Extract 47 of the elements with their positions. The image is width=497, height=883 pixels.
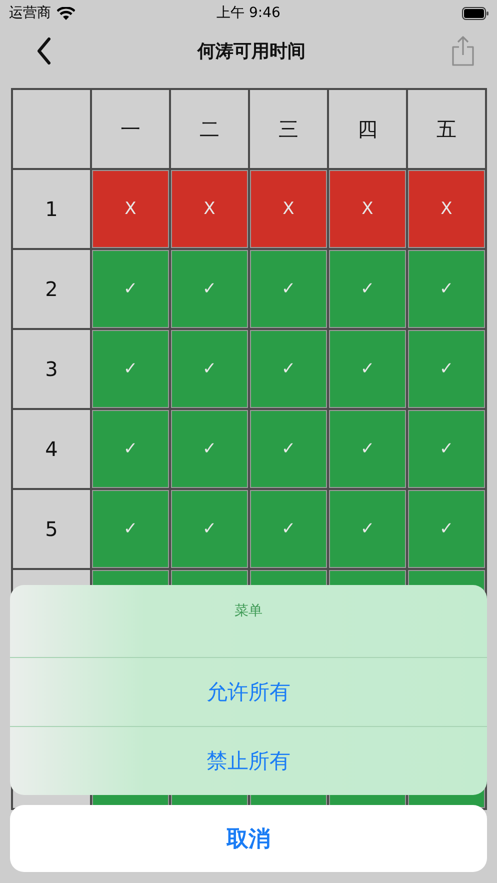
available-cell[interactable]: ✓	[329, 490, 406, 568]
available-cell[interactable]: ✓	[171, 250, 248, 328]
available-cell[interactable]: ✓	[92, 330, 169, 408]
sheet-action[interactable]: 禁止所有	[10, 726, 487, 794]
row-header: 5	[13, 490, 90, 568]
battery-icon	[462, 6, 489, 20]
row-header: 4	[13, 410, 90, 488]
unavailable-cell[interactable]: X	[250, 170, 327, 248]
column-header: 五	[408, 90, 485, 168]
available-cell[interactable]: ✓	[408, 490, 485, 568]
row-header: 1	[13, 170, 90, 248]
available-cell[interactable]: ✓	[329, 250, 406, 328]
row-header: 3	[13, 330, 90, 408]
available-cell[interactable]: ✓	[408, 410, 485, 488]
available-cell[interactable]: ✓	[250, 490, 327, 568]
available-cell[interactable]: ✓	[408, 330, 485, 408]
available-cell[interactable]: ✓	[329, 410, 406, 488]
available-cell[interactable]: ✓	[92, 410, 169, 488]
column-header: 一	[92, 90, 169, 168]
status-time: 上午 9:46	[216, 4, 280, 22]
available-cell[interactable]: ✓	[171, 330, 248, 408]
available-cell[interactable]: ✓	[250, 250, 327, 328]
column-header: 二	[171, 90, 248, 168]
column-header: 三	[250, 90, 327, 168]
unavailable-cell[interactable]: X	[171, 170, 248, 248]
available-cell[interactable]: ✓	[171, 410, 248, 488]
available-cell[interactable]: ✓	[250, 410, 327, 488]
row-header: 2	[13, 250, 90, 328]
back-button[interactable]	[36, 37, 52, 65]
available-cell[interactable]: ✓	[171, 490, 248, 568]
unavailable-cell[interactable]: X	[92, 170, 169, 248]
cancel-button[interactable]: 取消	[10, 805, 487, 872]
sheet-action[interactable]: 允许所有	[10, 658, 487, 726]
available-cell[interactable]: ✓	[250, 330, 327, 408]
share-icon	[451, 36, 475, 66]
column-header: 四	[329, 90, 406, 168]
sheet-title: 菜单	[10, 585, 487, 658]
nav-title: 何涛可用时间	[198, 40, 306, 63]
unavailable-cell[interactable]: X	[408, 170, 485, 248]
wifi-icon	[57, 6, 75, 20]
carrier-name: 运营商	[9, 4, 51, 22]
available-cell[interactable]: ✓	[92, 490, 169, 568]
available-cell[interactable]: ✓	[408, 250, 485, 328]
unavailable-cell[interactable]: X	[329, 170, 406, 248]
chevron-left-icon	[36, 37, 52, 65]
available-cell[interactable]: ✓	[329, 330, 406, 408]
available-cell[interactable]: ✓	[92, 250, 169, 328]
